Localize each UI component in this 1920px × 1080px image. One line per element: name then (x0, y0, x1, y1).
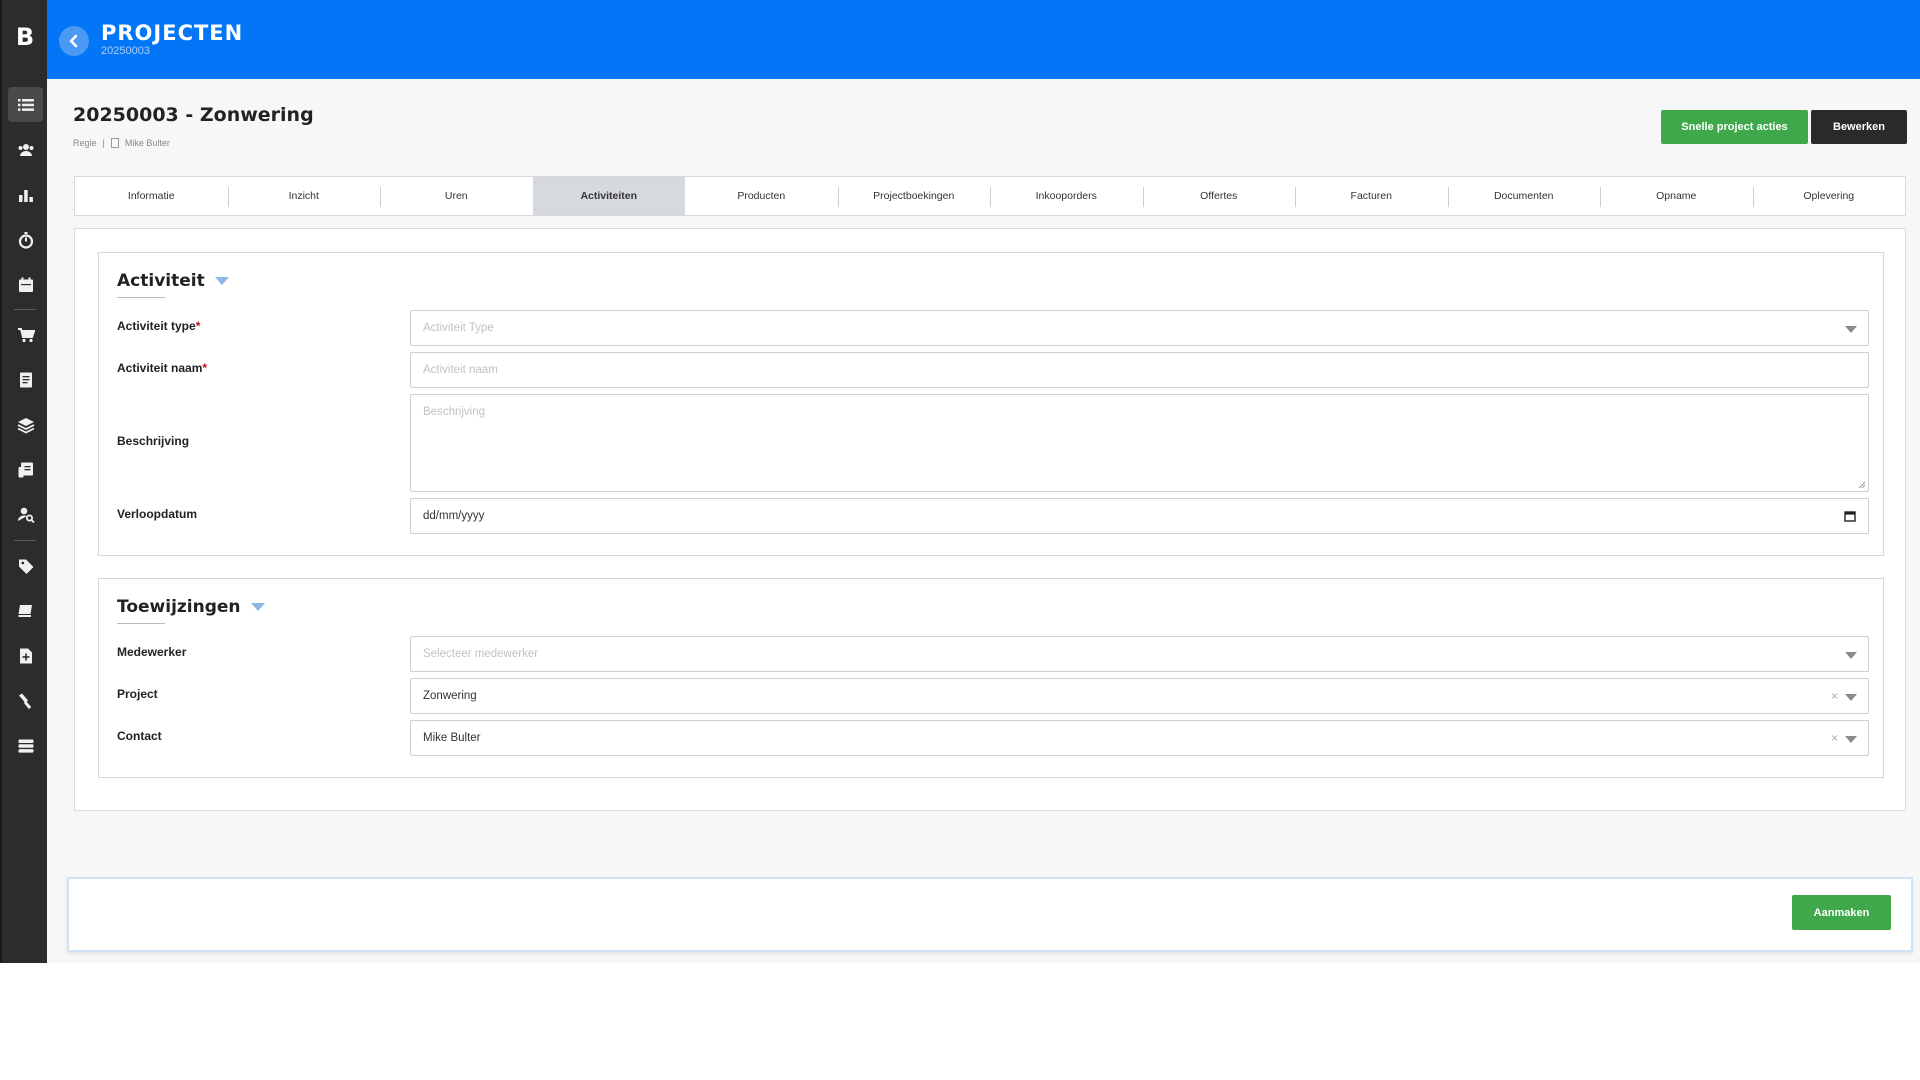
activity-section-header[interactable]: Activiteit (117, 271, 229, 291)
header-title: PROJECTEN (101, 21, 244, 45)
activity-name-input[interactable]: Activiteit naam (410, 352, 1869, 388)
tab-offertes[interactable]: Offertes (1142, 177, 1296, 215)
bar-chart-icon[interactable] (8, 177, 43, 212)
assignments-section: Toewijzingen Medewerker Selecteer medewe… (98, 578, 1884, 778)
stopwatch-icon[interactable] (8, 222, 43, 257)
sidebar: B (0, 0, 47, 963)
employee-select[interactable]: Selecteer medewerker (410, 636, 1869, 672)
dropdown-arrow-icon (1845, 652, 1857, 659)
required-marker: * (195, 319, 201, 333)
due-date-input[interactable]: dd/mm/yyyy (410, 498, 1869, 534)
tab-uren[interactable]: Uren (380, 177, 533, 215)
activity-name-label: Activiteit naam* (117, 361, 208, 375)
resize-handle-icon[interactable] (1858, 481, 1866, 489)
employee-label: Medewerker (117, 645, 187, 659)
due-date-value: dd/mm/yyyy (423, 510, 485, 522)
dropdown-arrow-icon (1845, 326, 1857, 333)
activity-form-card: Activiteit Activiteit type* Activiteit T… (74, 228, 1906, 811)
calendar-icon[interactable] (8, 267, 43, 302)
description-label: Beschrijving (117, 434, 190, 448)
activity-type-label: Activiteit type* (117, 319, 201, 333)
clear-icon[interactable]: × (1831, 731, 1838, 745)
layers-icon[interactable] (8, 407, 43, 442)
contact-label: Contact (117, 729, 162, 743)
assignments-section-title: Toewijzingen (117, 597, 241, 617)
stack-icon[interactable] (8, 728, 43, 763)
collapse-caret-icon[interactable] (214, 277, 229, 285)
tab-facturen[interactable]: Facturen (1295, 177, 1448, 215)
edit-button[interactable]: Bewerken (1811, 110, 1907, 144)
chevron-left-icon (69, 34, 78, 48)
section-underline (117, 623, 165, 624)
document-icon[interactable] (8, 362, 43, 397)
tab-informatie[interactable]: Informatie (75, 177, 228, 215)
list-icon[interactable] (8, 87, 43, 122)
tab-projectboekingen[interactable]: Projectboekingen (837, 177, 991, 215)
project-meta: Regie | Mike Bulter (73, 138, 170, 148)
project-type: Regie (73, 138, 97, 148)
section-underline (117, 297, 165, 298)
contact-value: Mike Bulter (423, 732, 481, 744)
top-header: PROJECTEN 20250003 (47, 0, 1920, 79)
assignments-section-header[interactable]: Toewijzingen (117, 597, 265, 617)
tag-icon[interactable] (8, 548, 43, 583)
tab-documenten[interactable]: Documenten (1447, 177, 1601, 215)
dropdown-arrow-icon (1845, 736, 1857, 743)
project-tabs: Informatie Inzicht Uren Activiteiten Pro… (74, 176, 1906, 216)
activity-section: Activiteit Activiteit type* Activiteit T… (98, 252, 1884, 556)
description-placeholder: Beschrijving (423, 406, 485, 418)
app-logo[interactable]: B (8, 20, 42, 54)
users-icon[interactable] (8, 132, 43, 167)
required-marker: * (202, 361, 208, 375)
due-date-label: Verloopdatum (117, 507, 198, 521)
cart-icon[interactable] (8, 317, 43, 352)
activity-type-select[interactable]: Activiteit Type (410, 310, 1869, 346)
contact-card-icon (110, 138, 119, 148)
back-button[interactable] (59, 26, 89, 56)
report-icon[interactable] (8, 452, 43, 487)
app-window: B PROJECTEN 20250003 20250003 - Zonwerin… (0, 0, 1920, 963)
tab-inkooporders[interactable]: Inkooporders (990, 177, 1143, 215)
collapse-caret-icon[interactable] (250, 603, 265, 611)
sidebar-divider (14, 540, 36, 541)
calendar-picker-icon[interactable] (1844, 510, 1856, 522)
contact-select[interactable]: Mike Bulter × (410, 720, 1869, 756)
clear-icon[interactable]: × (1831, 689, 1838, 703)
tab-inzicht[interactable]: Inzicht (227, 177, 381, 215)
sidebar-divider (14, 309, 36, 310)
dropdown-arrow-icon (1845, 694, 1857, 701)
file-plus-icon[interactable] (8, 638, 43, 673)
description-textarea[interactable]: Beschrijving (410, 394, 1869, 492)
employee-placeholder: Selecteer medewerker (423, 648, 539, 660)
form-footer-bar (67, 877, 1913, 952)
quick-project-actions-button[interactable]: Snelle project acties (1661, 110, 1808, 144)
activity-name-placeholder: Activiteit naam (423, 364, 498, 376)
tab-producten[interactable]: Producten (685, 177, 838, 215)
meta-separator: | (102, 138, 105, 148)
tab-activiteiten[interactable]: Activiteiten (532, 177, 685, 215)
project-contact[interactable]: Mike Bulter (125, 138, 170, 148)
project-label: Project (117, 687, 158, 701)
tab-opname[interactable]: Opname (1600, 177, 1753, 215)
book-icon[interactable] (8, 593, 43, 628)
wrench-icon[interactable] (8, 683, 43, 718)
create-button[interactable]: Aanmaken (1792, 895, 1891, 930)
activity-type-placeholder: Activiteit Type (423, 322, 494, 334)
project-value: Zonwering (423, 690, 477, 702)
header-subtitle: 20250003 (101, 45, 150, 57)
user-search-icon[interactable] (8, 497, 43, 532)
activity-section-title: Activiteit (117, 271, 205, 291)
project-select[interactable]: Zonwering × (410, 678, 1869, 714)
tab-oplevering[interactable]: Oplevering (1752, 177, 1906, 215)
page-title: 20250003 - Zonwering (73, 104, 314, 126)
